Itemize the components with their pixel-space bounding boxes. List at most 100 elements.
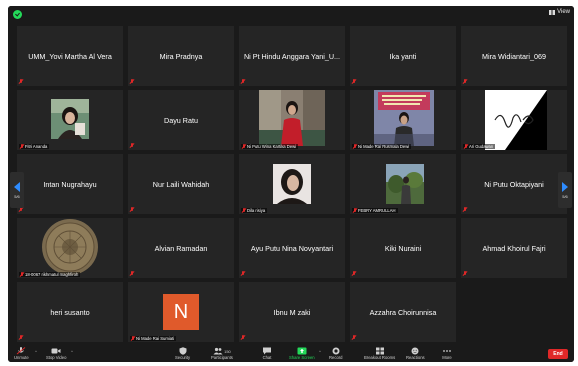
top-bar: View [8, 6, 574, 24]
record-button[interactable]: Record [329, 347, 343, 360]
view-label: View [557, 9, 570, 15]
chevron-up-icon[interactable]: ^ [319, 349, 321, 354]
view-button[interactable]: View [549, 9, 570, 15]
record-label: Record [329, 355, 343, 360]
mic-muted-icon [241, 79, 245, 84]
participant-tile[interactable]: Ni Made Rai Rusmala Dewi [350, 90, 456, 150]
participant-name: Fitri Ananda [25, 144, 48, 149]
mic-muted-icon [241, 271, 245, 276]
participant-tile[interactable]: Mira Widiantari_069 [461, 26, 567, 86]
participant-tile[interactable]: heri susanto [17, 282, 123, 342]
avatar-initial: N [173, 300, 189, 323]
participants-button[interactable]: 150 Participants [211, 347, 233, 360]
participant-tile[interactable]: Ari Gudawan [461, 90, 567, 150]
participant-photo [485, 90, 547, 150]
page-indicator: 5/6 [562, 193, 568, 199]
participant-tile[interactable]: Ni Putu Oktapiyani [461, 154, 567, 214]
chevron-up-icon[interactable]: ^ [35, 349, 37, 354]
participant-tile[interactable]: FEBRY AMRULLAH [350, 154, 456, 214]
arrow-right-icon [562, 181, 568, 192]
chat-bubble-icon [263, 347, 271, 355]
video-camera-icon [51, 348, 61, 354]
participant-photo [51, 99, 89, 139]
participant-name: Dila risiya [247, 208, 266, 213]
participant-name: heri susanto [50, 307, 90, 317]
mic-muted-icon [130, 143, 134, 148]
mic-muted-icon [463, 79, 467, 84]
smiley-plus-icon [411, 347, 419, 355]
mic-muted-icon [241, 335, 245, 340]
mic-muted-icon [353, 208, 357, 213]
participant-photo [259, 90, 325, 146]
more-button[interactable]: More [442, 347, 452, 360]
participant-name: Kiki Nuraini [384, 243, 422, 253]
unmute-button[interactable]: Unmute [14, 347, 29, 360]
participant-tile[interactable]: Ni Putu Wina Kartika Dewi [239, 90, 345, 150]
participant-tile[interactable]: Dayu Ratu [128, 90, 234, 150]
participant-tile[interactable]: Nur Laili Wahidah [128, 154, 234, 214]
participant-name: Ni Pt Hindu Anggara Yani_U... [243, 51, 341, 61]
participant-name: Nur Laili Wahidah [152, 179, 210, 189]
chat-button[interactable]: Chat [262, 347, 272, 360]
participant-name: Ibnu M zaki [273, 307, 311, 317]
mic-muted-icon [463, 271, 467, 276]
next-page-button[interactable]: 5/6 [558, 172, 572, 208]
more-dots-icon [443, 350, 451, 352]
participant-tile[interactable]: 18-0067 rikhmatul maghfiroh [17, 218, 123, 278]
participant-name: Mira Widiantari_069 [482, 51, 546, 61]
mic-muted-icon [131, 336, 135, 341]
end-meeting-button[interactable]: End [548, 349, 568, 359]
participant-photo [374, 90, 434, 146]
participant-name: Alvian Ramadan [154, 243, 208, 253]
participant-label: Fitri Ananda [19, 144, 50, 149]
participant-label: Ni Made Rai Sumiati [130, 336, 177, 341]
share-screen-button[interactable]: Share Screen [289, 347, 315, 360]
mic-muted-icon [130, 79, 134, 84]
participant-label: 18-0067 rikhmatul maghfiroh [19, 272, 81, 277]
participant-tile[interactable]: Intan Nugrahayu [17, 154, 123, 214]
participant-tile[interactable]: N Ni Made Rai Sumiati [128, 282, 234, 342]
participant-tile[interactable]: Ibnu M zaki [239, 282, 345, 342]
mic-muted-icon [130, 207, 134, 212]
mic-muted-icon [130, 271, 134, 276]
participant-label: FEBRY AMRULLAH [352, 208, 398, 213]
breakout-rooms-label: Breakout Rooms [364, 355, 396, 360]
participant-tile[interactable]: Ahmad Khoirul Fajri [461, 218, 567, 278]
breakout-rooms-icon [375, 347, 384, 355]
participant-name: Dayu Ratu [164, 115, 198, 125]
participant-name: Ni Putu Wina Kartika Dewi [247, 144, 297, 149]
participant-tile[interactable]: Fitri Ananda [17, 90, 123, 150]
record-icon [332, 347, 340, 355]
participant-tile[interactable]: Ika yanti [350, 26, 456, 86]
stop-video-button[interactable]: Stop Video [46, 347, 66, 360]
participant-name: Ni Putu Oktapiyani [484, 179, 544, 189]
participant-tile[interactable]: Mira Pradnya [128, 26, 234, 86]
security-button[interactable]: Security [175, 347, 190, 360]
participant-tile[interactable]: Alvian Ramadan [128, 218, 234, 278]
mic-muted-icon [352, 271, 356, 276]
participant-tile[interactable]: UMM_Yovi Martha Al Vera [17, 26, 123, 86]
breakout-rooms-button[interactable]: Breakout Rooms [364, 347, 395, 360]
participant-label: Dila risiya [241, 208, 268, 213]
reactions-button[interactable]: Reactions [406, 347, 425, 360]
participant-tile[interactable]: Dila risiya [239, 154, 345, 214]
participant-tile[interactable]: Azzahra Choirunnisa [350, 282, 456, 342]
participant-name: Mira Pradnya [159, 51, 203, 61]
participant-name: Azzahra Choirunnisa [369, 307, 437, 317]
previous-page-button[interactable]: 5/6 [10, 172, 24, 208]
participant-name: Ayu Putu Nina Novyantari [250, 243, 334, 253]
avatar: N [163, 294, 199, 330]
chevron-up-icon[interactable]: ^ [71, 349, 73, 354]
security-label: Security [175, 355, 191, 360]
participant-name: UMM_Yovi Martha Al Vera [28, 51, 112, 61]
more-label: More [442, 355, 452, 360]
gallery-grid: UMM_Yovi Martha Al Vera Mira Pradnya Ni … [17, 26, 567, 344]
security-shield-icon[interactable] [13, 10, 22, 19]
participant-tile[interactable]: Kiki Nuraini [350, 218, 456, 278]
participant-tile[interactable]: Ni Pt Hindu Anggara Yani_U... [239, 26, 345, 86]
mic-muted-icon [20, 272, 24, 277]
mic-muted-icon [19, 79, 23, 84]
mic-muted-icon [464, 144, 468, 149]
participant-tile[interactable]: Ayu Putu Nina Novyantari [239, 218, 345, 278]
mic-muted-icon [19, 335, 23, 340]
